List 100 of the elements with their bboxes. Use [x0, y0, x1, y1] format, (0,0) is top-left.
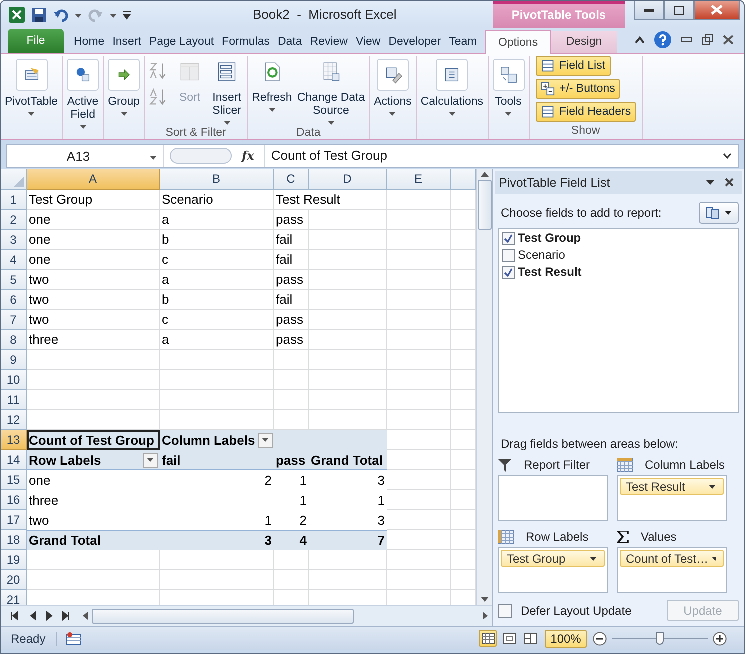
ribbon-button[interactable]: Refresh [250, 56, 294, 113]
excel-logo-icon[interactable] [9, 6, 25, 22]
drop-area[interactable]: Test Group [498, 547, 608, 593]
ribbon-tab[interactable]: Formulas [218, 31, 274, 53]
scroll-thumb[interactable] [92, 608, 354, 624]
zoom-level-button[interactable]: 100% [545, 630, 587, 648]
row-header[interactable]: 11 [1, 390, 27, 410]
scroll-left-icon[interactable] [83, 612, 88, 620]
row-header[interactable]: 2 [1, 210, 27, 230]
expand-icon[interactable] [723, 153, 732, 159]
vertical-scrollbar[interactable] [476, 169, 492, 605]
row-header[interactable]: 5 [1, 270, 27, 290]
ribbon-button[interactable]: PivotTable [3, 56, 60, 117]
checkbox[interactable] [502, 232, 515, 245]
layout-button[interactable] [699, 202, 739, 224]
resize-handle[interactable] [170, 148, 232, 164]
scroll-right-icon[interactable] [483, 612, 488, 620]
row-header[interactable]: 9 [1, 350, 27, 370]
close-icon[interactable] [725, 178, 734, 188]
filter-button[interactable] [258, 432, 274, 448]
instruction-text: Choose fields to add to report: [501, 206, 662, 220]
row-header[interactable]: 8 [1, 330, 27, 350]
column-header[interactable]: A [27, 169, 160, 190]
column-header[interactable]: C [274, 169, 309, 190]
row-header[interactable]: 12 [1, 410, 27, 430]
row-header[interactable]: 6 [1, 290, 27, 310]
collapse-ribbon-icon[interactable] [635, 36, 645, 44]
ribbon-tab[interactable]: Page Layout [145, 31, 218, 53]
ribbon-tab[interactable]: Team [445, 31, 482, 53]
column-header[interactable]: E [387, 169, 451, 190]
row-header[interactable]: 1 [1, 190, 27, 210]
table-cell-text: 2 [298, 512, 308, 530]
ribbon-button[interactable]: Group [106, 56, 142, 117]
close-icon[interactable] [723, 35, 734, 45]
dropdown-arrow-icon [712, 556, 716, 560]
formula-field[interactable]: Count of Test Group [264, 145, 717, 167]
ribbon-tab[interactable]: Review [306, 31, 352, 53]
row-header[interactable]: 15 [1, 470, 27, 490]
row-header[interactable]: 18 [1, 530, 27, 550]
ribbon-tab[interactable]: Developer [384, 31, 446, 53]
ribbon-tab[interactable]: Data [274, 31, 306, 53]
minimize-icon[interactable] [681, 37, 693, 43]
field-chip[interactable]: Test Result [620, 478, 724, 495]
page-break-view-button[interactable] [521, 630, 539, 647]
field-chip[interactable]: Test Group [501, 550, 605, 567]
record-macro-icon[interactable] [66, 632, 82, 646]
drop-area[interactable]: Test Result [617, 475, 727, 521]
minimize-button[interactable] [634, 1, 664, 20]
row-header[interactable]: 14 [1, 450, 27, 470]
ribbon-button[interactable]: Insert Slicer [209, 56, 246, 126]
close-button[interactable] [694, 1, 740, 20]
ribbon-tab[interactable]: Options [485, 30, 552, 54]
maximize-button[interactable] [664, 1, 694, 20]
checkbox[interactable] [498, 604, 512, 618]
restore-icon[interactable] [702, 34, 714, 46]
page-layout-view-button[interactable] [500, 630, 518, 647]
zoom-slider-thumb[interactable] [656, 632, 664, 644]
help-icon[interactable] [654, 31, 672, 49]
row-header[interactable]: 17 [1, 510, 27, 530]
row-header[interactable]: 3 [1, 230, 27, 250]
column-header[interactable]: B [160, 169, 274, 190]
scroll-thumb[interactable] [478, 180, 492, 230]
ribbon-button[interactable]: Change Data Source [295, 56, 368, 126]
ribbon-tab[interactable]: File [8, 29, 64, 53]
save-icon[interactable] [31, 6, 47, 22]
filter-button[interactable] [143, 452, 158, 468]
ribbon-button[interactable]: Tools [490, 56, 526, 117]
scroll-down-icon[interactable] [480, 597, 488, 602]
ribbon-button[interactable]: Calculations [418, 56, 486, 117]
row-header[interactable]: 10 [1, 370, 27, 390]
row-header[interactable]: 13 [1, 430, 27, 450]
row-header[interactable]: 16 [1, 490, 27, 510]
scroll-up-icon[interactable] [480, 172, 488, 177]
row-header[interactable]: 20 [1, 570, 27, 590]
pane-menu-icon[interactable] [706, 180, 715, 186]
name-box[interactable]: A13 [7, 145, 164, 167]
ribbon-tab[interactable]: Design [551, 31, 618, 53]
checkbox-label: Defer Layout Update [521, 604, 632, 618]
ribbon-tab[interactable]: Home [70, 31, 109, 53]
drop-area[interactable]: Count of Test… [617, 547, 727, 593]
row-header[interactable]: 7 [1, 310, 27, 330]
normal-view-button[interactable] [479, 630, 497, 647]
checkbox[interactable] [502, 248, 515, 262]
ribbon-tab[interactable]: View [352, 31, 385, 53]
row-header[interactable]: 4 [1, 250, 27, 270]
field-chip[interactable]: Count of Test… [620, 550, 724, 567]
ribbon-tab[interactable]: Insert [108, 31, 146, 53]
row-header[interactable]: 19 [1, 550, 27, 570]
toggle-button[interactable]: Field Headers [536, 102, 636, 122]
zoom-out-icon[interactable] [593, 632, 607, 646]
checkbox[interactable] [502, 266, 515, 279]
insert-function-button[interactable]: fx [238, 149, 258, 163]
column-header[interactable]: D [309, 169, 387, 190]
customize-toolbar-icon[interactable] [123, 10, 131, 20]
toggle-button[interactable]: +/- Buttons [536, 79, 620, 99]
ribbon-button[interactable]: Active Field [65, 56, 102, 130]
row-header[interactable]: 21 [1, 590, 27, 605]
zoom-in-icon[interactable] [713, 632, 727, 646]
ribbon-button[interactable]: Actions [372, 56, 414, 117]
toggle-button[interactable]: Field List [536, 56, 611, 76]
